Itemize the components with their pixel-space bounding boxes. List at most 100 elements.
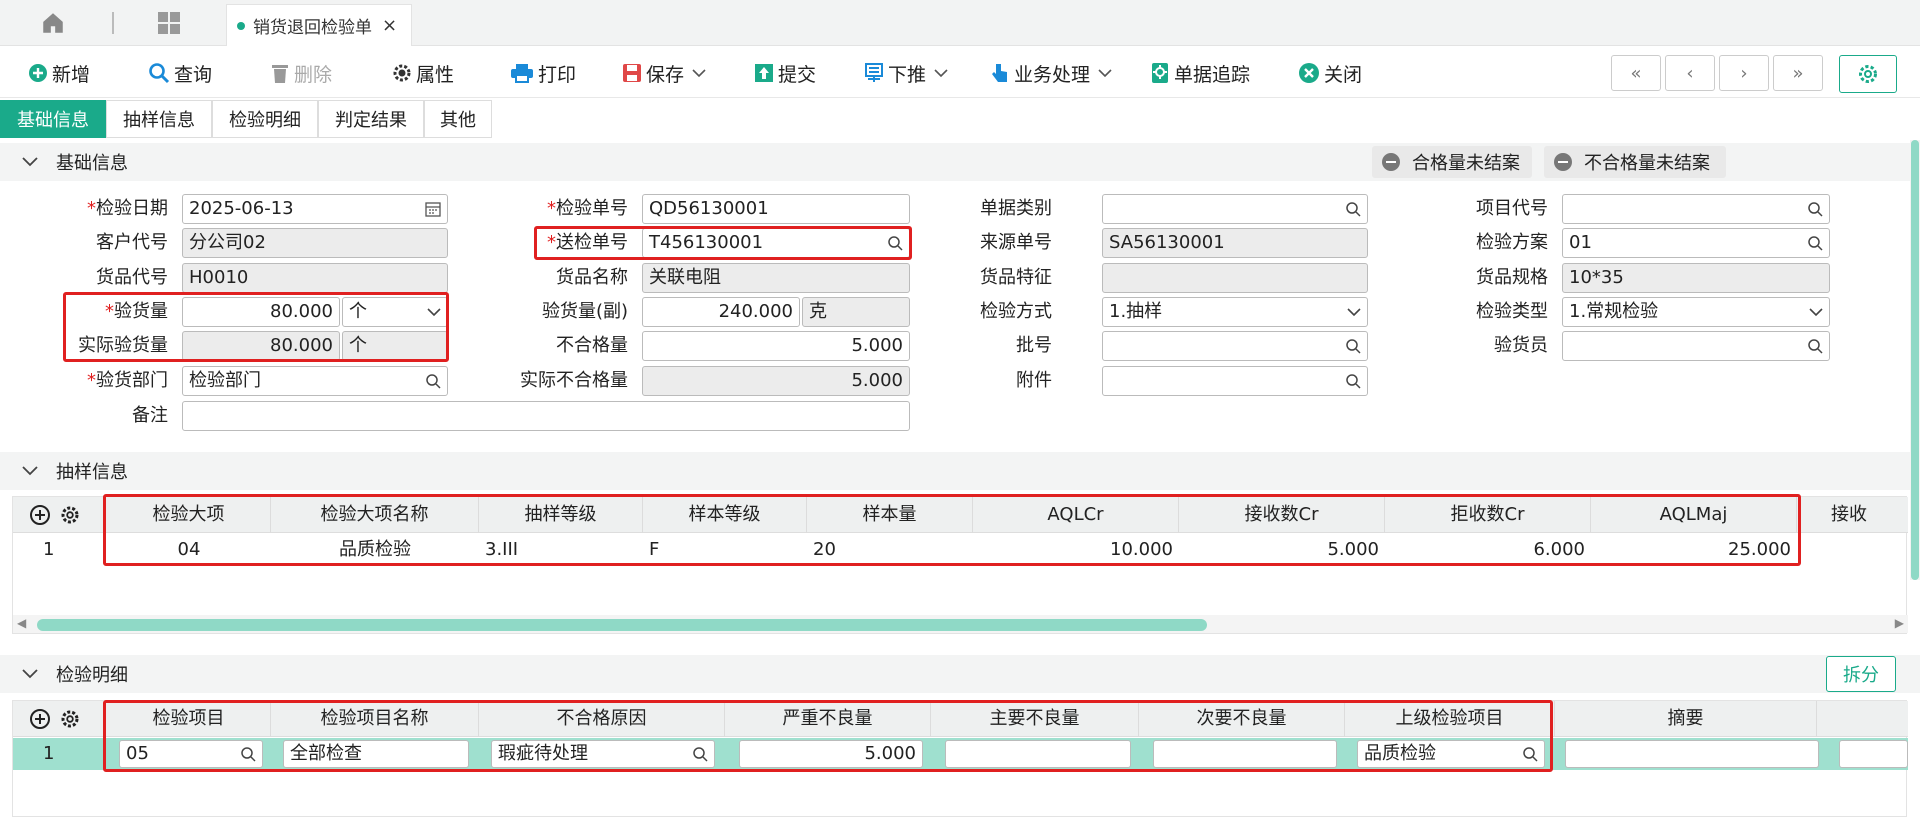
cell[interactable]: 5.000 <box>1179 534 1385 566</box>
col-header[interactable]: 主要不良量 <box>931 701 1139 737</box>
last-record-button[interactable]: » <box>1773 55 1823 91</box>
first-record-button[interactable]: « <box>1611 55 1661 91</box>
search-icon[interactable] <box>1807 235 1823 251</box>
major-defect-input[interactable] <box>945 740 1131 768</box>
scheme-field[interactable]: 01 <box>1562 228 1830 258</box>
search-icon[interactable] <box>1345 373 1361 389</box>
search-icon[interactable] <box>1807 201 1823 217</box>
col-header[interactable]: AQLCr <box>973 497 1179 533</box>
inspect-type-select[interactable]: 1.常规检验 <box>1562 297 1830 327</box>
qualified-open-toggle[interactable]: 合格量未结案 <box>1372 146 1532 178</box>
inspector-field[interactable] <box>1562 331 1830 361</box>
new-button[interactable]: 新增 <box>28 56 90 90</box>
col-header[interactable]: 接收 <box>1797 497 1908 533</box>
cell[interactable]: F <box>643 534 807 566</box>
method-select[interactable]: 1.抽样 <box>1102 297 1368 327</box>
query-button[interactable]: 查询 <box>148 56 212 90</box>
properties-button[interactable]: 属性 <box>392 56 454 90</box>
col-header[interactable]: 检验项目名称 <box>271 701 479 737</box>
inspection-item-name-input[interactable]: 全部检查 <box>283 740 469 768</box>
detail-section-header[interactable]: 检验明细 <box>0 655 1920 693</box>
gear-icon[interactable] <box>59 708 81 730</box>
sampling-section-header[interactable]: 抽样信息 <box>0 452 1920 490</box>
settings-button[interactable] <box>1839 55 1897 93</box>
tab-judgment-result[interactable]: 判定结果 <box>318 100 424 138</box>
next-record-button[interactable]: › <box>1719 55 1769 91</box>
extra-column-input[interactable] <box>1839 740 1908 768</box>
col-header[interactable]: 拒收数Cr <box>1385 497 1591 533</box>
search-icon[interactable] <box>692 746 708 762</box>
search-icon[interactable] <box>1807 338 1823 354</box>
search-icon[interactable] <box>240 746 256 762</box>
document-trace-button[interactable]: 单据追踪 <box>1150 56 1250 90</box>
inspect-no-field[interactable]: QD56130001 <box>642 194 910 224</box>
calendar-icon[interactable] <box>425 201 441 217</box>
scroll-left-icon[interactable]: ◀ <box>17 616 26 630</box>
search-icon[interactable] <box>1345 201 1361 217</box>
tab-other[interactable]: 其他 <box>424 100 492 138</box>
scroll-thumb[interactable] <box>37 619 1207 631</box>
print-button[interactable]: 打印 <box>510 56 576 90</box>
close-button[interactable]: 关闭 <box>1298 56 1362 90</box>
col-header[interactable]: 次要不良量 <box>1139 701 1345 737</box>
col-header[interactable]: 抽样等级 <box>479 497 643 533</box>
inspect-qty-unit-select[interactable]: 个 <box>342 297 448 327</box>
qty-sub-field[interactable]: 240.000 <box>642 297 800 327</box>
col-header[interactable]: 不合格原因 <box>479 701 725 737</box>
scroll-thumb[interactable] <box>1911 140 1919 580</box>
search-icon[interactable] <box>425 373 441 389</box>
previous-record-button[interactable]: ‹ <box>1665 55 1715 91</box>
col-header[interactable]: 摘要 <box>1555 701 1817 737</box>
minor-defect-input[interactable] <box>1153 740 1337 768</box>
table-row[interactable]: 1 05 全部检查 瑕疵待处理 5.000 品质检验 <box>13 738 1908 770</box>
parent-item-input[interactable]: 品质检验 <box>1357 740 1545 768</box>
save-button[interactable]: 保存 <box>622 56 710 90</box>
col-header[interactable]: 接收数Cr <box>1179 497 1385 533</box>
cell[interactable]: 04 <box>107 534 271 566</box>
home-icon[interactable] <box>40 10 66 36</box>
col-header[interactable]: 样本等级 <box>643 497 807 533</box>
table-row[interactable]: 1 04 品质检验 3.III F 20 10.000 5.000 6.000 … <box>13 534 1908 566</box>
defect-qty-field[interactable]: 5.000 <box>642 331 910 361</box>
inspection-item-input[interactable]: 05 <box>119 740 263 768</box>
push-down-button[interactable]: 下推 <box>864 56 952 90</box>
add-row-icon[interactable] <box>29 504 51 526</box>
cell[interactable]: 品质检验 <box>271 534 479 566</box>
col-header[interactable]: 检验大项 <box>107 497 271 533</box>
document-tab[interactable]: 销货退回检验单 × <box>226 4 412 46</box>
inspect-date-field[interactable]: 2025-06-13 <box>182 194 448 224</box>
split-button[interactable]: 拆分 <box>1826 656 1896 692</box>
close-tab-icon[interactable]: × <box>382 15 397 36</box>
business-process-button[interactable]: 业务处理 <box>990 56 1116 90</box>
cell[interactable]: 3.III <box>479 534 643 566</box>
summary-input[interactable] <box>1565 740 1819 768</box>
unqualified-open-toggle[interactable]: 不合格量未结案 <box>1544 146 1726 178</box>
add-row-icon[interactable] <box>29 708 51 730</box>
delete-button[interactable]: 删除 <box>270 56 332 90</box>
send-no-field[interactable]: T456130001 <box>642 228 910 258</box>
doc-type-field[interactable] <box>1102 194 1368 224</box>
project-field[interactable] <box>1562 194 1830 224</box>
apps-grid-icon[interactable] <box>157 11 181 35</box>
critical-defect-input[interactable]: 5.000 <box>739 740 923 768</box>
cell[interactable]: 10.000 <box>973 534 1179 566</box>
batch-field[interactable] <box>1102 331 1368 361</box>
search-icon[interactable] <box>887 235 903 251</box>
gear-icon[interactable] <box>59 504 81 526</box>
submit-button[interactable]: 提交 <box>754 56 816 90</box>
attachment-field[interactable] <box>1102 366 1368 396</box>
col-header[interactable]: AQLMaj <box>1591 497 1797 533</box>
col-header[interactable]: 检验大项名称 <box>271 497 479 533</box>
col-header[interactable]: 严重不良量 <box>725 701 931 737</box>
col-header[interactable]: 样本量 <box>807 497 973 533</box>
inspect-qty-field[interactable]: 80.000 <box>182 297 340 327</box>
cell[interactable]: 6.000 <box>1385 534 1591 566</box>
col-header[interactable]: 上级检验项目 <box>1345 701 1555 737</box>
search-icon[interactable] <box>1345 338 1361 354</box>
cell[interactable]: 25.000 <box>1591 534 1797 566</box>
tab-basic-info[interactable]: 基础信息 <box>0 100 106 138</box>
vertical-scrollbar[interactable] <box>1910 140 1920 580</box>
tab-sampling-info[interactable]: 抽样信息 <box>106 100 212 138</box>
tab-inspection-detail[interactable]: 检验明细 <box>212 100 318 138</box>
defect-reason-input[interactable]: 瑕疵待处理 <box>491 740 715 768</box>
